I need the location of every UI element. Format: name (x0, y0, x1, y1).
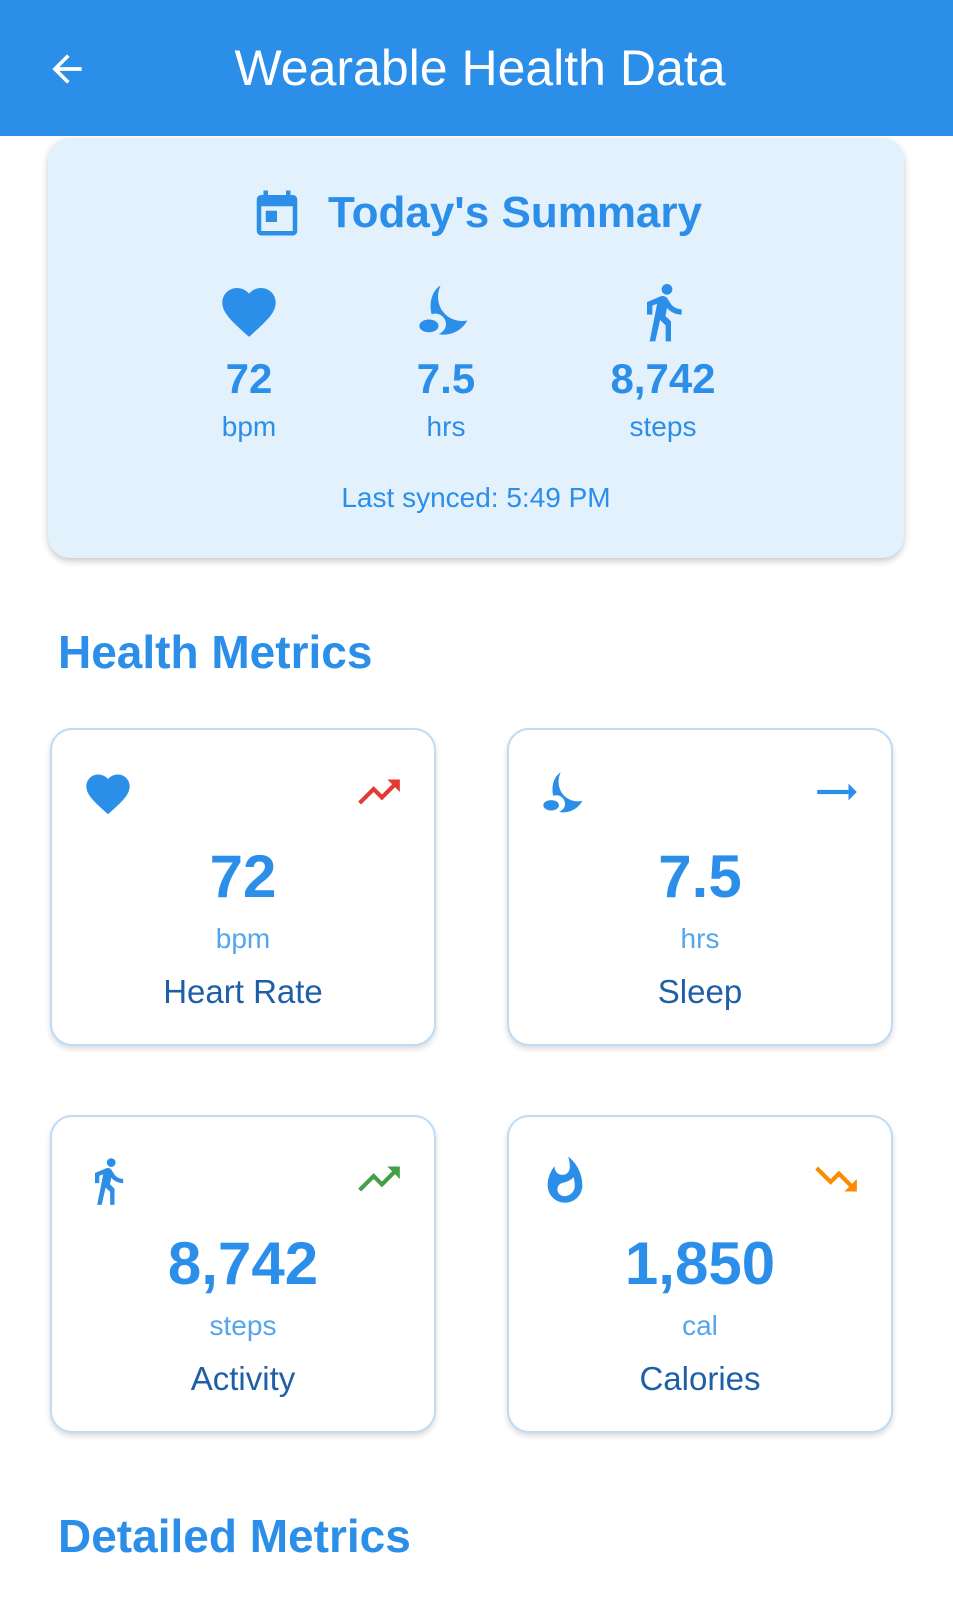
summary-title: Today's Summary (328, 188, 702, 237)
app-bar: Wearable Health Data (0, 0, 953, 136)
fire-icon (547, 1156, 583, 1203)
calories-value: 1,850 (624, 1230, 776, 1297)
summary-sleep: 7.5 hrs (346, 278, 546, 444)
page-title: Wearable Health Data (234, 40, 726, 96)
activity-unit: steps (209, 1310, 277, 1341)
activity-label: Activity (190, 1360, 296, 1397)
walking-icon (95, 1158, 124, 1205)
summary-sleep-unit: hrs (426, 411, 466, 442)
trending-flat-icon (817, 783, 857, 801)
todays-summary-card: Today's Summary 72 bpm 7.5 hrs 8,742 ste… (48, 138, 904, 558)
calendar-icon (256, 190, 298, 236)
detailed-metrics-heading: Detailed Metrics (58, 1510, 411, 1562)
summary-steps-value: 8,742 (610, 355, 716, 402)
heart-rate-value: 72 (209, 843, 277, 910)
trending-up-icon (358, 1166, 400, 1192)
heart-rate-unit: bpm (215, 923, 271, 954)
trending-up-icon (358, 779, 400, 805)
sleep-unit: hrs (680, 923, 720, 954)
activity-value: 8,742 (167, 1230, 319, 1297)
heart-rate-label: Heart Rate (163, 973, 323, 1010)
walking-icon (647, 284, 682, 342)
summary-steps-unit: steps (629, 411, 697, 442)
sleep-card[interactable]: 7.5 hrs Sleep (507, 728, 893, 1046)
summary-steps: 8,742 steps (563, 278, 763, 444)
sleep-label: Sleep (657, 973, 743, 1010)
calories-label: Calories (639, 1360, 761, 1397)
health-metrics-heading: Health Metrics (58, 626, 373, 678)
heart-icon (222, 288, 276, 337)
trending-down-icon (815, 1166, 857, 1192)
heart-rate-card[interactable]: 72 bpm Heart Rate (50, 728, 436, 1046)
sleep-value: 7.5 (658, 843, 742, 910)
summary-heart-rate-value: 72 (225, 355, 273, 402)
last-synced-text: Last synced: 5:49 PM (341, 482, 611, 513)
arrow-back-icon (52, 54, 82, 84)
moon-icon (543, 772, 583, 813)
heart-icon (86, 774, 130, 815)
summary-heart-rate-unit: bpm (221, 411, 277, 442)
summary-heart-rate: 72 bpm (149, 278, 349, 444)
summary-header: Today's Summary (48, 178, 904, 248)
moon-icon (419, 285, 468, 335)
calories-unit: cal (682, 1310, 718, 1341)
summary-sleep-value: 7.5 (416, 355, 476, 402)
calories-card[interactable]: 1,850 cal Calories (507, 1115, 893, 1433)
activity-card[interactable]: 8,742 steps Activity (50, 1115, 436, 1433)
back-button[interactable] (40, 42, 94, 96)
